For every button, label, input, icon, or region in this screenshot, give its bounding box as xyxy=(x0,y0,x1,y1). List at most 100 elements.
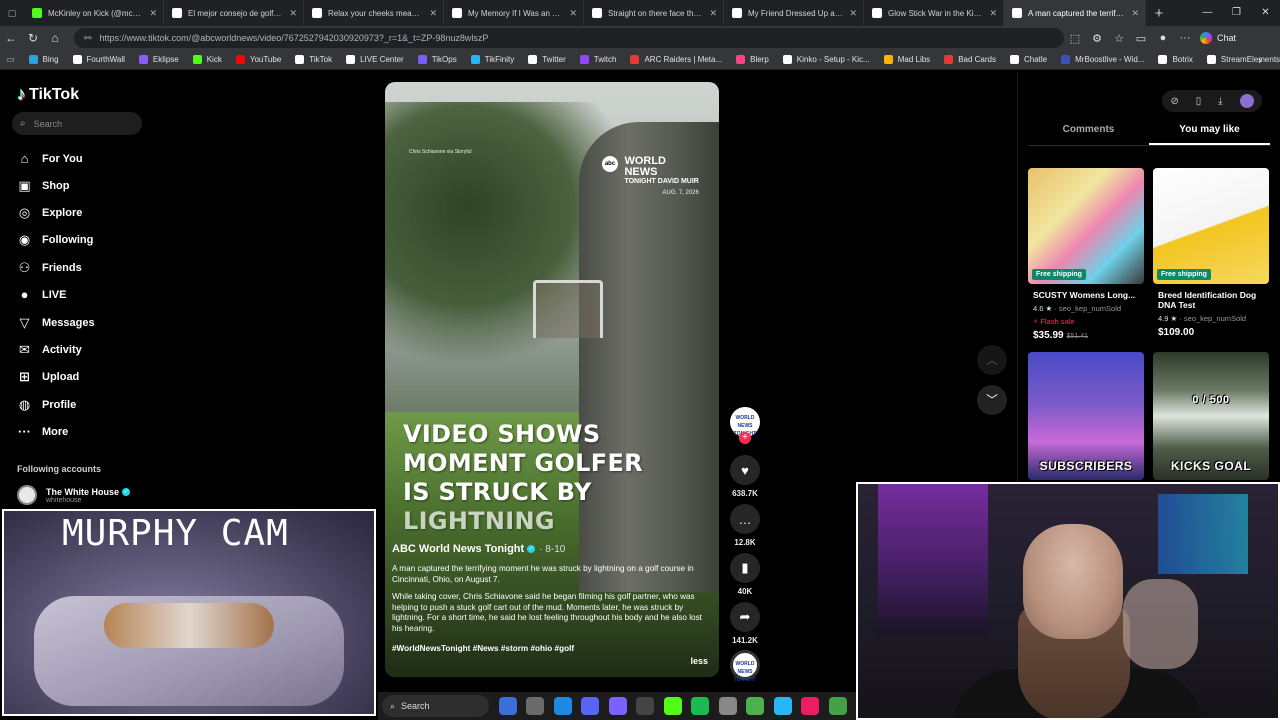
favorite-icon[interactable]: ☆ xyxy=(1108,32,1130,45)
sidebar-item-following[interactable]: ◉ Following xyxy=(16,231,94,248)
tab-you-may-like[interactable]: You may like xyxy=(1149,124,1270,145)
close-icon[interactable]: ✕ xyxy=(709,8,717,19)
close-icon[interactable]: ✕ xyxy=(569,8,577,19)
avatar[interactable] xyxy=(1239,94,1254,108)
new-tab-button[interactable]: + xyxy=(1146,5,1172,22)
taskbar-app-icon[interactable] xyxy=(691,697,709,715)
save-button[interactable]: ▮ 40K xyxy=(728,553,762,596)
device-icon[interactable]: ▯ xyxy=(1196,96,1202,107)
bookmark-item[interactable]: Bing xyxy=(28,55,59,64)
home-icon[interactable]: ⌂ xyxy=(44,31,66,45)
bookmark-item[interactable]: TikOps xyxy=(417,55,457,64)
maximize-icon[interactable]: ❐ xyxy=(1222,0,1251,26)
taskbar-app-icon[interactable] xyxy=(746,697,764,715)
sidebar-item-activity[interactable]: ✉ Activity xyxy=(16,341,82,358)
menu-icon[interactable]: ··· xyxy=(1174,32,1196,44)
taskbar-app-icon[interactable] xyxy=(581,697,599,715)
recommended-video-thumbnail[interactable]: 0 / 500 KICKS GOAL xyxy=(1153,352,1269,480)
previous-video-button[interactable]: ︿ xyxy=(977,345,1007,375)
bookmark-item[interactable]: TikTok xyxy=(295,55,332,64)
close-icon[interactable]: ✕ xyxy=(989,8,997,19)
bookmark-item[interactable]: ARC Raiders | Meta... xyxy=(630,55,722,64)
bookmark-item[interactable]: Kinko - Setup - Kic... xyxy=(782,55,870,64)
sidebar-item-explore[interactable]: ◎ Explore xyxy=(16,204,83,221)
sidebar-item-for-you[interactable]: ⌂ For You xyxy=(16,150,83,167)
close-icon[interactable]: ✕ xyxy=(149,8,157,19)
minimize-icon[interactable]: — xyxy=(1193,0,1222,26)
browser-tab[interactable]: A man captured the terrifying mo ✕ xyxy=(1004,0,1146,26)
bookmark-item[interactable]: StreamElements xyxy=(1206,55,1280,64)
browser-tab[interactable]: McKinley on Kick (@mckinley.tv) ✕ xyxy=(24,0,164,26)
tiktok-logo[interactable]: ♪ TikTok xyxy=(17,84,79,105)
bookmark-item[interactable]: Eklipse xyxy=(138,55,179,64)
sound-disc[interactable]: WORLD NEWS TONIGHT xyxy=(730,650,760,683)
sidebar-item-more[interactable]: ··· More xyxy=(16,423,68,440)
next-video-button[interactable]: ﹀ xyxy=(977,385,1007,415)
taskbar-app-icon[interactable] xyxy=(526,697,544,715)
recommended-video-thumbnail[interactable]: SUBSCRIBERS xyxy=(1028,352,1144,480)
bookmark-item[interactable]: Bad Cards xyxy=(944,55,996,64)
embed-icon[interactable]: ⊘ xyxy=(1170,96,1178,107)
close-icon[interactable]: ✕ xyxy=(1131,8,1139,19)
video-author[interactable]: ABC World News Tonight ✓ · 8-10 xyxy=(392,543,565,555)
close-icon[interactable]: ✕ xyxy=(429,8,437,19)
sidebar-item-shop[interactable]: ▣ Shop xyxy=(16,177,69,194)
browser-tab[interactable]: Glow Stick War in the Kitchen: Fun ✕ xyxy=(864,0,1004,26)
reload-icon[interactable]: ↻ xyxy=(22,31,44,45)
taskbar-app-icon[interactable] xyxy=(498,697,517,715)
taskbar-app-icon[interactable] xyxy=(801,697,819,715)
following-account-item[interactable]: The White House ✓ whitehouse xyxy=(17,485,131,505)
taskbar-app-icon[interactable] xyxy=(608,697,627,715)
taskbar-app-icon[interactable] xyxy=(718,697,737,715)
taskbar-search[interactable]: ⌕ Search xyxy=(382,695,489,717)
chat-button[interactable]: Chat xyxy=(1200,32,1236,44)
search-input[interactable]: ⌕ Search xyxy=(12,112,142,135)
share-button[interactable]: ➦ 141.2K xyxy=(728,602,762,645)
bookmark-item[interactable]: TikFinity xyxy=(470,55,514,64)
comment-button[interactable]: … 12.8K xyxy=(728,504,762,547)
window-close-icon[interactable]: ✕ xyxy=(1251,0,1280,26)
taskbar-app-icon[interactable] xyxy=(828,697,847,715)
sidebar-item-messages[interactable]: ▽ Messages xyxy=(16,314,95,331)
back-icon[interactable]: ← xyxy=(0,31,22,45)
bookmark-item[interactable]: YouTube xyxy=(235,55,281,64)
bookmark-item[interactable]: FourthWall xyxy=(72,55,125,64)
taskbar-app-icon[interactable] xyxy=(663,697,682,715)
sidebar-item-live[interactable]: ● LIVE xyxy=(16,286,67,303)
address-bar[interactable]: ⚯ https://www.tiktok.com/@abcworldnews/v… xyxy=(74,28,1064,48)
tab-actions-icon[interactable]: ▢ xyxy=(0,8,24,19)
browser-tab[interactable]: My Memory If I Was an Uber Driver ✕ xyxy=(444,0,584,26)
settings-icon[interactable]: ⚙ xyxy=(1086,32,1108,45)
like-button[interactable]: ♥ 638.7K xyxy=(728,455,762,498)
taskbar-app-icon[interactable] xyxy=(553,697,572,715)
bookmark-item[interactable]: Chatle xyxy=(1009,55,1047,64)
bookmark-item[interactable]: Mad Libs xyxy=(883,55,930,64)
author-name[interactable]: ABC World News Tonight xyxy=(392,543,524,555)
tab-comments[interactable]: Comments xyxy=(1028,124,1149,145)
bookmark-item[interactable]: Twitter xyxy=(528,55,566,64)
profile-avatar-icon[interactable]: ● xyxy=(1152,32,1174,44)
collections-icon[interactable]: ▭ xyxy=(1130,32,1152,45)
product-card[interactable]: Free shipping Breed Identification Dog D… xyxy=(1153,168,1269,338)
close-icon[interactable]: ✕ xyxy=(289,8,297,19)
taskbar-app-icon[interactable] xyxy=(636,697,654,715)
site-info-icon[interactable]: ⚯ xyxy=(84,33,92,44)
browser-tab[interactable]: Straight on there face tho 😭😭 ✕ xyxy=(584,0,724,26)
browser-tab[interactable]: Relax your cheeks meaning at the ✕ xyxy=(304,0,444,26)
bookmark-item[interactable]: LIVE Center xyxy=(346,55,404,64)
sidebar-item-upload[interactable]: ⊞ Upload xyxy=(16,368,79,385)
bookmark-item[interactable]: Kick xyxy=(192,55,222,64)
less-button[interactable]: less xyxy=(690,656,708,666)
download-icon[interactable]: ⤓ xyxy=(1218,96,1222,107)
browser-tab[interactable]: My Friend Dressed Up as a Vehicle ✕ xyxy=(724,0,864,26)
product-card[interactable]: Free shipping SCUSTY Womens Long... 4.6 … xyxy=(1028,168,1144,341)
bookmark-item[interactable]: Twitch xyxy=(579,55,616,64)
close-icon[interactable]: ✕ xyxy=(849,8,857,19)
bookmark-item[interactable]: Blerp xyxy=(736,55,769,64)
follow-plus-icon[interactable]: + xyxy=(739,432,751,444)
bookmark-item[interactable]: Botrix xyxy=(1158,55,1193,64)
bookmark-item[interactable]: MrBoostlive - Wid... xyxy=(1061,55,1144,64)
video-hashtags[interactable]: #WorldNewsTonight #News #storm #ohio #go… xyxy=(392,644,574,653)
sidebar-item-profile[interactable]: ◍ Profile xyxy=(16,396,76,413)
bookmarks-menu-icon[interactable]: ▭ xyxy=(6,54,15,65)
